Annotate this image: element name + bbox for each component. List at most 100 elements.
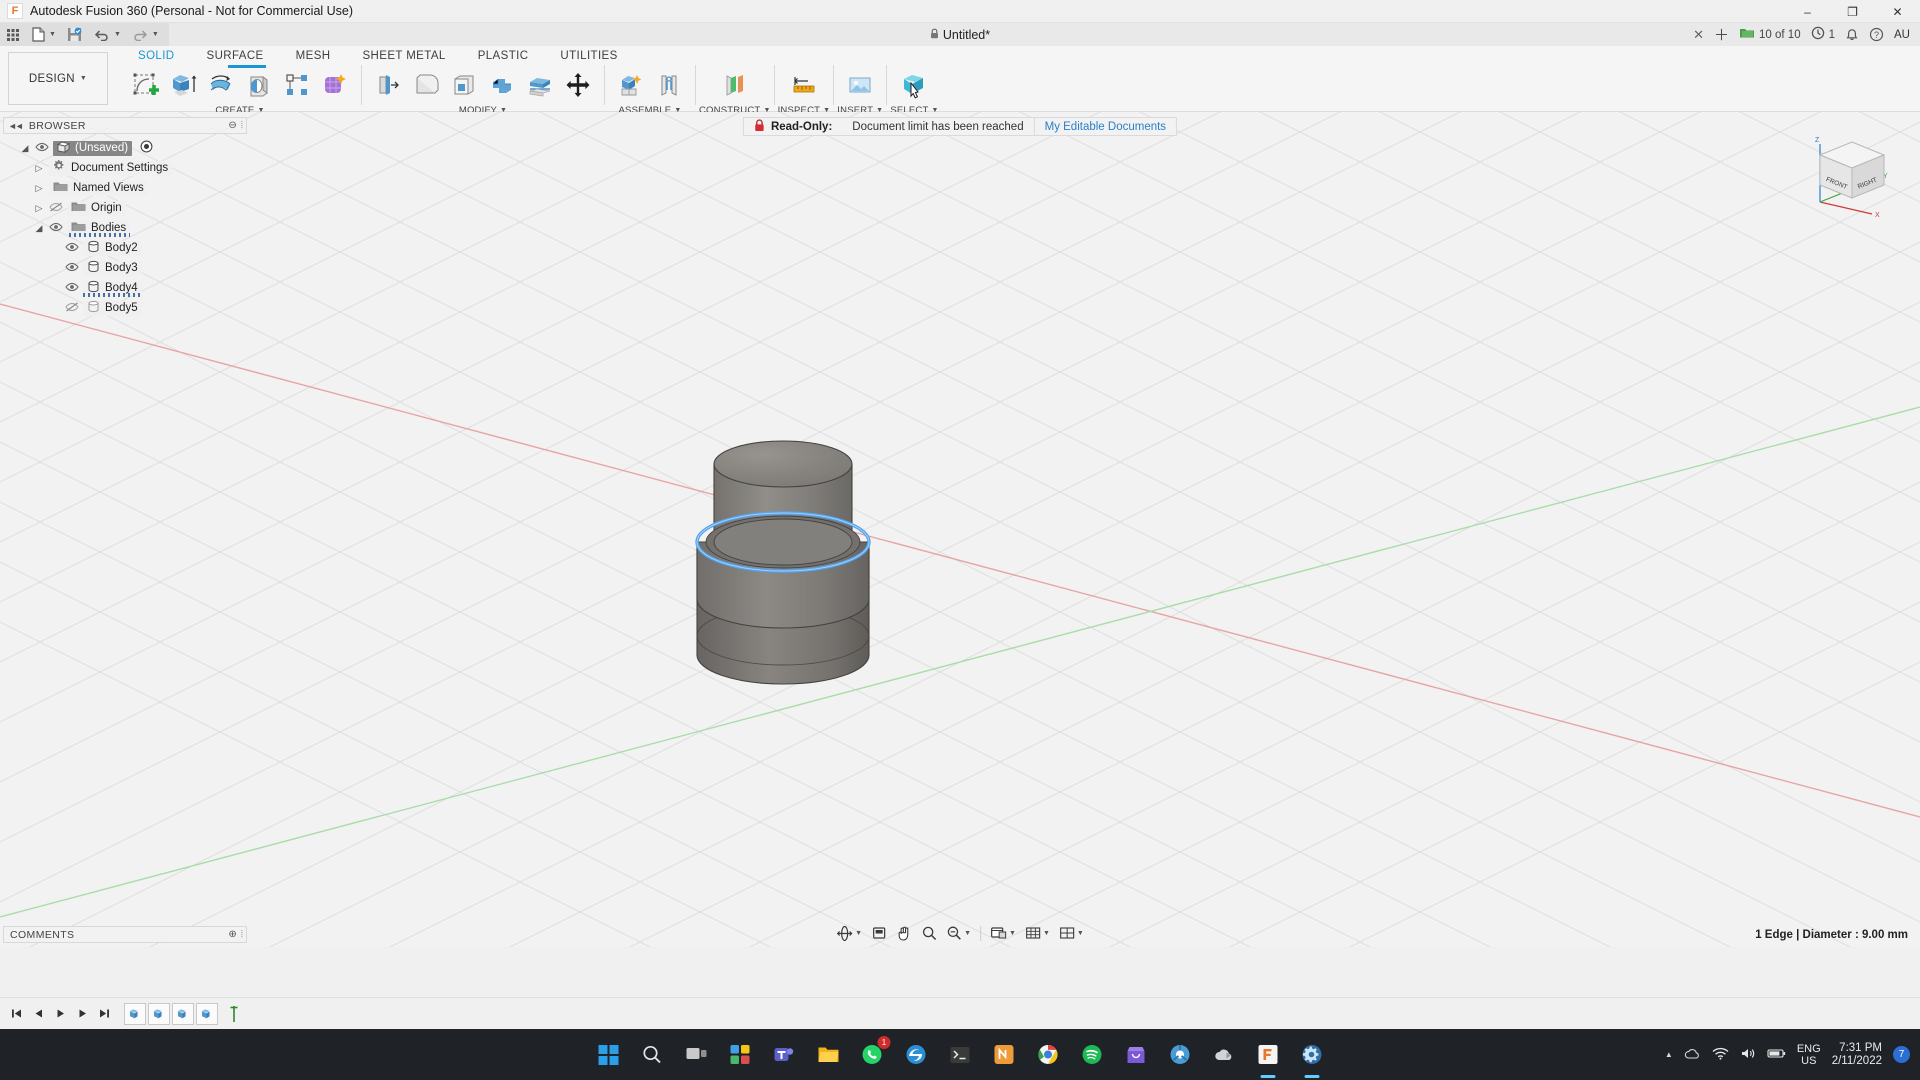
chromium-icon[interactable] bbox=[1165, 1039, 1196, 1070]
press-pull-icon[interactable] bbox=[370, 66, 406, 104]
volume-icon[interactable] bbox=[1740, 1047, 1756, 1063]
tree-item-document-settings[interactable]: ▷ Document Settings bbox=[3, 158, 247, 178]
comments-panel[interactable]: COMMENTS ⊕ ⦙ bbox=[3, 926, 247, 943]
grid-snap-caret-icon[interactable]: ▼ bbox=[1043, 930, 1050, 937]
windows-start-icon[interactable] bbox=[593, 1039, 624, 1070]
insert-image-icon[interactable] bbox=[842, 66, 878, 104]
browser-panel[interactable]: ◄◄ BROWSER ⊖ ⦙ ◢ (Unsaved) bbox=[3, 117, 247, 318]
tree-item-body3[interactable]: Body3 bbox=[3, 258, 247, 278]
close-document-icon[interactable]: ✕ bbox=[1693, 27, 1704, 43]
viewport-area[interactable]: ◄◄ BROWSER ⊖ ⦙ ◢ (Unsaved) bbox=[0, 112, 1920, 947]
windows-taskbar[interactable]: 1 ▲ ENG bbox=[0, 1029, 1920, 1080]
navigation-bar[interactable]: ▼ ▼ ▼ ▼ bbox=[833, 922, 1087, 944]
tree-label-wrap-named-views[interactable]: Named Views bbox=[49, 181, 148, 196]
jump-start-icon[interactable] bbox=[6, 1003, 26, 1025]
new-document-icon[interactable] bbox=[32, 25, 45, 44]
tab-utilities[interactable]: UTILITIES bbox=[544, 48, 633, 65]
cloud-app-icon[interactable] bbox=[1209, 1039, 1240, 1070]
save-icon[interactable] bbox=[67, 25, 82, 44]
feature-extrude-1[interactable] bbox=[124, 1003, 146, 1025]
workspace-selector[interactable]: DESIGN ▼ bbox=[8, 52, 108, 105]
file-explorer-icon[interactable] bbox=[813, 1039, 844, 1070]
feature-extrude-4[interactable] bbox=[196, 1003, 218, 1025]
view-cube[interactable]: Z X Y FRONT RIGHT bbox=[1806, 128, 1898, 220]
browser-minimize-icon[interactable]: ⊖ bbox=[228, 120, 236, 131]
notification-count-badge[interactable]: 7 bbox=[1893, 1046, 1910, 1063]
timeline-bar[interactable] bbox=[0, 997, 1920, 1029]
fusion360-icon[interactable] bbox=[1253, 1039, 1284, 1070]
redo-caret[interactable]: ▼ bbox=[152, 31, 159, 38]
terminal-icon[interactable] bbox=[945, 1039, 976, 1070]
clock[interactable]: 7:31 PM 2/11/2022 bbox=[1832, 1042, 1882, 1068]
browser-header[interactable]: ◄◄ BROWSER ⊖ ⦙ bbox=[3, 117, 247, 134]
create-sketch-icon[interactable] bbox=[127, 66, 163, 104]
shell-icon[interactable] bbox=[446, 66, 482, 104]
new-component-icon[interactable] bbox=[613, 66, 649, 104]
cloud-icon[interactable] bbox=[1684, 1047, 1701, 1063]
combine-icon[interactable] bbox=[484, 66, 520, 104]
undo-icon[interactable] bbox=[94, 25, 110, 44]
tree-label-wrap-body5[interactable]: Body5 bbox=[83, 301, 142, 316]
tab-plastic[interactable]: PLASTIC bbox=[462, 48, 545, 65]
form-icon[interactable] bbox=[317, 66, 353, 104]
notion-icon[interactable] bbox=[989, 1039, 1020, 1070]
tree-label-wrap-unsaved[interactable]: (Unsaved) bbox=[53, 141, 132, 156]
viewports-caret-icon[interactable]: ▼ bbox=[1077, 930, 1084, 937]
visibility-eye-icon[interactable] bbox=[65, 261, 79, 275]
measure-icon[interactable] bbox=[786, 66, 822, 104]
tree-item-body4[interactable]: Body4 bbox=[3, 278, 247, 298]
undo-caret[interactable]: ▼ bbox=[114, 31, 121, 38]
new-document-caret[interactable]: ▼ bbox=[49, 31, 56, 38]
step-forward-icon[interactable] bbox=[72, 1003, 92, 1025]
search-icon[interactable] bbox=[637, 1039, 668, 1070]
collapse-arrow-icon[interactable]: ▷ bbox=[33, 163, 45, 174]
collapse-arrow-icon[interactable]: ▷ bbox=[33, 203, 45, 214]
add-document-icon[interactable]: ＋ bbox=[1714, 24, 1729, 45]
language-indicator[interactable]: ENG US bbox=[1797, 1043, 1821, 1067]
tab-mesh[interactable]: MESH bbox=[280, 48, 347, 65]
component-activate-radio[interactable] bbox=[140, 140, 153, 156]
help-icon[interactable]: ? bbox=[1869, 27, 1884, 42]
timeline-features[interactable] bbox=[124, 1003, 244, 1025]
tree-item-named-views[interactable]: ▷ Named Views bbox=[3, 178, 247, 198]
battery-icon[interactable] bbox=[1767, 1048, 1786, 1062]
minimize-button[interactable]: – bbox=[1785, 0, 1830, 23]
tree-item-bodies[interactable]: ◢ Bodies bbox=[3, 218, 247, 238]
add-comment-icon[interactable]: ⊕ bbox=[228, 929, 236, 940]
tree-label-wrap-body4[interactable]: Body4 bbox=[83, 281, 142, 296]
zoom-fit-icon[interactable]: ▼ bbox=[943, 922, 974, 944]
3d-canvas[interactable]: ◄◄ BROWSER ⊖ ⦙ ◢ (Unsaved) bbox=[0, 112, 1920, 947]
viewports-icon[interactable]: ▼ bbox=[1056, 922, 1087, 944]
zoom-fit-caret-icon[interactable]: ▼ bbox=[964, 930, 971, 937]
expand-arrow-icon[interactable]: ◢ bbox=[19, 143, 31, 154]
display-settings-caret-icon[interactable]: ▼ bbox=[1009, 930, 1016, 937]
step-back-icon[interactable] bbox=[28, 1003, 48, 1025]
display-settings-icon[interactable]: ▼ bbox=[987, 922, 1019, 944]
jobs-status[interactable]: 1 bbox=[1811, 26, 1835, 43]
offset-plane-icon[interactable] bbox=[717, 66, 753, 104]
fillet-icon[interactable] bbox=[408, 66, 444, 104]
visibility-eye-icon[interactable] bbox=[65, 281, 79, 295]
account-avatar[interactable]: AU bbox=[1894, 29, 1910, 41]
sweep-icon[interactable] bbox=[241, 66, 277, 104]
collapse-arrow-icon[interactable]: ▷ bbox=[33, 183, 45, 194]
visibility-eye-icon[interactable] bbox=[49, 221, 63, 235]
view-cube-faces[interactable]: FRONT RIGHT bbox=[1820, 142, 1884, 198]
tree-item-body5[interactable]: Body5 bbox=[3, 298, 247, 318]
tray-chevron-icon[interactable]: ▲ bbox=[1665, 1050, 1673, 1059]
feature-extrude-2[interactable] bbox=[148, 1003, 170, 1025]
chrome-icon[interactable] bbox=[1033, 1039, 1064, 1070]
expand-arrow-icon[interactable]: ◢ bbox=[33, 223, 45, 234]
move-copy-icon[interactable] bbox=[560, 66, 596, 104]
visibility-hidden-icon[interactable] bbox=[49, 201, 63, 215]
tab-solid[interactable]: SOLID bbox=[122, 48, 191, 65]
tree-item-body2[interactable]: Body2 bbox=[3, 238, 247, 258]
visibility-eye-icon[interactable] bbox=[35, 141, 49, 155]
zoom-icon[interactable] bbox=[918, 922, 940, 944]
notifications-icon[interactable] bbox=[1845, 28, 1859, 42]
revolve-icon[interactable] bbox=[203, 66, 239, 104]
tab-sheet-metal[interactable]: SHEET METAL bbox=[346, 48, 461, 65]
grid-snap-icon[interactable]: ▼ bbox=[1022, 922, 1053, 944]
tree-item-origin[interactable]: ▷ Origin bbox=[3, 198, 247, 218]
documents-count[interactable]: 10 of 10 bbox=[1739, 27, 1801, 42]
